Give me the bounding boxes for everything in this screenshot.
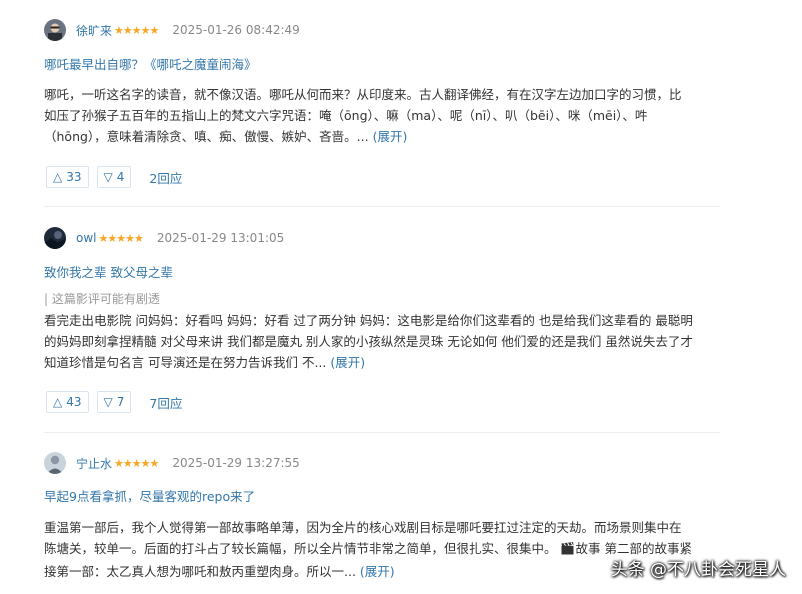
username[interactable]: 徐旷来 xyxy=(76,22,112,39)
username[interactable]: 宁止水 xyxy=(76,455,112,472)
content-line: 的妈妈即刻拿捏精髓 对父母来讲 我们都是魔丸 别人家的小孩纵然是灵珠 无论如何 … xyxy=(44,334,693,349)
review-card-3: 宁止水 ★★★★★ 2025-01-29 13:27:55 早起9点看拿抓，尽量… xyxy=(44,451,720,579)
content-line: 知道珍惜是句名言 可导演还是在努力告诉我们 不... (展开) xyxy=(44,355,366,370)
review-content: 哪吒，一听这名字的读音，就不像汉语。哪吒从何而来？从印度来。古人翻译佛经，有在汉… xyxy=(44,84,720,147)
divider xyxy=(44,206,720,207)
review-content: 看完走出电影院 问妈妈：好看吗 妈妈：好看 过了两分钟 妈妈：这电影是给你们这辈… xyxy=(44,310,720,373)
expand-link[interactable]: (展开) xyxy=(373,129,408,144)
rating-stars: ★★★★★ xyxy=(114,23,159,37)
avatar[interactable] xyxy=(44,227,66,249)
review-header: owl ★★★★★ 2025-01-29 13:01:05 xyxy=(44,226,720,250)
thumbs-up-icon: △ xyxy=(53,395,63,409)
review-card-2: owl ★★★★★ 2025-01-29 13:01:05 致你我之辈 致父母之… xyxy=(44,226,720,413)
thumbs-down-icon: ▽ xyxy=(103,395,113,409)
review-time: 2025-01-26 08:42:49 xyxy=(172,23,300,37)
review-title[interactable]: 早起9点看拿抓，尽量客观的repo来了 xyxy=(44,486,255,505)
vote-actions: △ 43 ▽ 7 7回应 xyxy=(46,391,182,413)
watermark-text: 头条 @不八卦会死星人 xyxy=(610,560,786,580)
content-line: 如压了孙猴子五百年的五指山上的梵文六字咒语：唵（ōng）、嘛（ma）、呢（nī）… xyxy=(44,108,648,123)
review-header: 徐旷来 ★★★★★ 2025-01-26 08:42:49 xyxy=(44,18,720,42)
thumbs-up-icon: △ xyxy=(53,170,63,184)
downvote-button[interactable]: ▽ 7 xyxy=(96,391,132,413)
downvote-button[interactable]: ▽ 4 xyxy=(96,166,132,188)
rating-stars: ★★★★★ xyxy=(98,231,144,245)
content-line: 看完走出电影院 问妈妈：好看吗 妈妈：好看 过了两分钟 妈妈：这电影是给你们这辈… xyxy=(44,313,693,328)
divider xyxy=(44,432,720,433)
expand-link[interactable]: (展开) xyxy=(360,564,395,579)
review-header: 宁止水 ★★★★★ 2025-01-29 13:27:55 xyxy=(44,451,720,475)
avatar[interactable] xyxy=(44,19,66,41)
content-line: 哪吒，一听这名字的读音，就不像汉语。哪吒从何而来？从印度来。古人翻译佛经，有在汉… xyxy=(44,87,682,102)
content-line: （hōng），意味着清除贪、嗔、痴、傲慢、嫉妒、吝啬。... (展开) xyxy=(44,129,408,144)
upvote-button[interactable]: △ 33 xyxy=(46,166,89,188)
vote-actions: △ 33 ▽ 4 2回应 xyxy=(46,166,182,188)
review-time: 2025-01-29 13:01:05 xyxy=(156,231,285,245)
replies-link[interactable]: 7回应 xyxy=(149,393,182,412)
upvote-button[interactable]: △ 43 xyxy=(46,391,89,413)
replies-link[interactable]: 2回应 xyxy=(149,168,182,187)
thumbs-down-icon: ▽ xyxy=(103,170,113,184)
review-title[interactable]: 哪吒最早出自哪？《哪吒之魔童闹海》 xyxy=(44,54,257,73)
avatar[interactable] xyxy=(44,452,66,474)
review-title[interactable]: 致你我之辈 致父母之辈 xyxy=(44,262,173,281)
content-line: 重温第一部后，我个人觉得第一部故事略单薄，因为全片的核心戏剧目标是哪吒要扛过注定… xyxy=(44,520,682,535)
review-time: 2025-01-29 13:27:55 xyxy=(172,456,300,470)
expand-link[interactable]: (展开) xyxy=(330,355,365,370)
review-card-1: 徐旷来 ★★★★★ 2025-01-26 08:42:49 哪吒最早出自哪？《哪… xyxy=(44,18,720,188)
username[interactable]: owl xyxy=(76,231,97,245)
spoiler-warning: | 这篇影评可能有剧透 xyxy=(44,292,160,306)
rating-stars: ★★★★★ xyxy=(114,456,159,470)
film-clapper-icon xyxy=(561,540,574,561)
